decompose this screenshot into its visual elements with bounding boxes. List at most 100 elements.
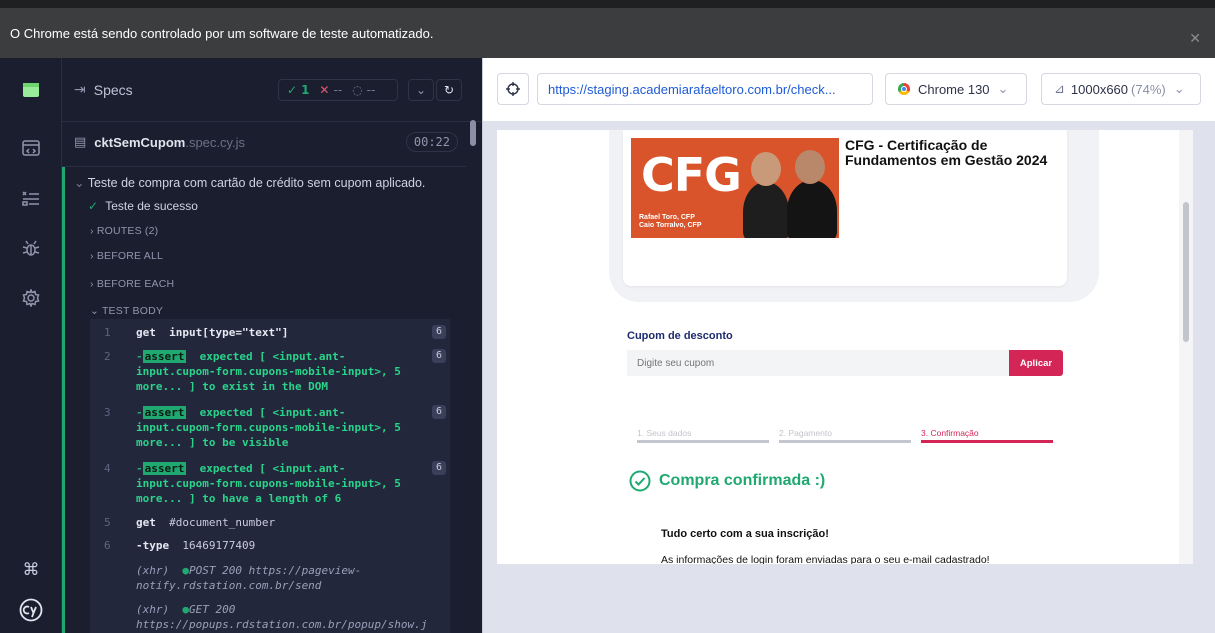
banner-name: Rafael Toro, CFP xyxy=(639,214,695,221)
xhr-label: (xhr) xyxy=(136,564,170,577)
keyboard-shortcuts-icon[interactable]: ⌘ xyxy=(19,558,43,582)
failed-count: -- xyxy=(333,83,343,97)
chevron-down-icon: ⌄ xyxy=(90,305,102,317)
element-count-badge: 6 xyxy=(431,325,446,339)
status-dot-icon: ● xyxy=(182,564,189,577)
specs-title: Specs xyxy=(93,81,133,98)
hook-before-each-label: BEFORE EACH xyxy=(96,278,175,290)
xhr-message: GET 200 https://popups.rdstation.com.br/… xyxy=(136,603,428,631)
selector-playground-icon[interactable] xyxy=(497,73,529,105)
check-icon: ✓ xyxy=(88,199,99,213)
spec-file-ext: .spec.cy.js xyxy=(185,134,246,150)
product-title: CFG - Certificação de Fundamentos em Ges… xyxy=(845,137,1048,168)
step-confirmation[interactable]: 3. Confirmação xyxy=(921,428,1053,443)
instructor-photo xyxy=(751,152,781,186)
failed-icon: ✕ xyxy=(319,83,330,97)
command-log-scrollbar[interactable] xyxy=(470,120,476,146)
chevron-down-icon: ⌄ xyxy=(74,176,88,190)
passed-icon: ✓ xyxy=(287,83,298,97)
browser-window-icon[interactable] xyxy=(19,136,43,160)
cypress-logo-icon[interactable] xyxy=(19,598,43,622)
command-message: #document_number xyxy=(169,516,276,529)
aut-viewport: CFG Rafael Toro, CFP Caio Torralvo, CFP … xyxy=(497,130,1193,564)
pending-count: -- xyxy=(366,83,376,97)
chrome-logo-icon xyxy=(898,83,910,95)
command-name: get xyxy=(136,516,156,529)
command-number: 6 xyxy=(104,539,111,552)
close-icon[interactable]: ✕ xyxy=(1189,30,1201,47)
step-label: 3. Confirmação xyxy=(921,428,979,438)
viewport-info[interactable]: ⊿ 1000x660 (74%) ⌄ xyxy=(1041,73,1201,105)
automation-banner-text: O Chrome está sendo controlado por um so… xyxy=(10,25,434,41)
spec-file-name: cktSemCupom xyxy=(94,134,186,150)
coupon-label: Cupom de desconto xyxy=(627,330,733,342)
aut-toolbar: https://staging.academiarafaeltoro.com.b… xyxy=(483,58,1215,122)
passed-count: 1 xyxy=(301,83,310,97)
xhr-label: (xhr) xyxy=(136,603,170,616)
chevron-right-icon: › xyxy=(90,250,97,262)
step-personal-data[interactable]: 1. Seus dados xyxy=(637,428,769,443)
command-prefix: - xyxy=(136,462,143,475)
pass-indicator-bar xyxy=(62,167,65,633)
banner-logo-text: CFG xyxy=(641,148,742,202)
chevron-down-icon: ⌄ xyxy=(1173,81,1185,96)
page-scrollbar-thumb[interactable] xyxy=(1183,202,1189,342)
hook-before-all[interactable]: › BEFORE ALL xyxy=(90,250,163,262)
chevron-right-icon: › xyxy=(90,225,97,237)
banner-names: Rafael Toro, CFP Caio Torralvo, CFP xyxy=(639,214,702,230)
instructor-photo xyxy=(743,182,789,238)
chevron-right-icon: › xyxy=(90,278,97,290)
command-name: -type xyxy=(136,539,170,552)
settings-gear-icon[interactable] xyxy=(19,286,43,310)
spec-file-row: ▤ cktSemCupom .spec.cy.js 00:22 xyxy=(74,130,466,154)
apply-coupon-button[interactable]: Aplicar xyxy=(1009,350,1063,376)
hook-test-body[interactable]: ⌄ TEST BODY xyxy=(90,305,163,317)
chevron-down-icon[interactable]: ⌄ xyxy=(408,79,434,101)
command-number: 2 xyxy=(104,350,111,363)
step-label: 1. Seus dados xyxy=(637,428,692,438)
suite-title[interactable]: ⌄ Teste de compra com cartão de crédito … xyxy=(74,175,425,190)
aut-url: https://staging.academiarafaeltoro.com.b… xyxy=(548,81,836,97)
rerun-icon[interactable]: ↻ xyxy=(436,79,462,101)
specs-toggle-icon[interactable]: ⇥ xyxy=(74,81,86,98)
sidebar-rail: ⌘ xyxy=(0,58,62,633)
specs-panel: ⇥ Specs ✓ 1 ✕ -- ◌ -- ⌄ ↻ ▤ cktSemCupom … xyxy=(62,58,482,633)
assert-badge: assert xyxy=(142,462,187,475)
command-prefix: - xyxy=(136,406,143,419)
browser-selector[interactable]: Chrome 130 ⌄ xyxy=(885,73,1027,105)
element-count-badge: 6 xyxy=(431,349,446,363)
coupon-input[interactable] xyxy=(627,350,1009,376)
test-title[interactable]: ✓ Teste de sucesso xyxy=(88,199,198,213)
specs-header: ⇥ Specs ✓ 1 ✕ -- ◌ -- ⌄ ↻ xyxy=(62,58,482,122)
chevron-down-icon: ⌄ xyxy=(997,81,1009,96)
hook-before-each[interactable]: › BEFORE EACH xyxy=(90,278,174,290)
instructor-photo xyxy=(795,150,825,184)
status-dot-icon: ● xyxy=(182,603,189,616)
assert-badge: assert xyxy=(142,406,187,419)
file-icon: ▤ xyxy=(74,134,87,149)
element-count-badge: 6 xyxy=(431,461,446,475)
command-number: 5 xyxy=(104,516,111,529)
hook-test-body-label: TEST BODY xyxy=(101,305,164,317)
product-card: CFG Rafael Toro, CFP Caio Torralvo, CFP … xyxy=(623,130,1067,286)
specs-logo-icon[interactable] xyxy=(19,78,43,102)
automation-banner: O Chrome está sendo controlado por um so… xyxy=(0,0,1215,58)
check-circle-icon xyxy=(629,470,651,492)
hook-routes[interactable]: › ROUTES (2) xyxy=(90,225,158,237)
test-title-text: Teste de sucesso xyxy=(105,199,198,213)
page-scrollbar[interactable] xyxy=(1179,130,1193,564)
instructor-photo xyxy=(787,180,837,238)
step-payment[interactable]: 2. Pagamento xyxy=(779,428,911,443)
xhr-message: POST 200 https://pageview-notify.rdstati… xyxy=(136,564,362,592)
viewport-size: 1000x660 xyxy=(1070,81,1129,97)
test-stats: ✓ 1 ✕ -- ◌ -- xyxy=(278,79,398,101)
step-progress-bar xyxy=(637,440,769,443)
debug-bug-icon[interactable] xyxy=(19,236,43,260)
runs-list-icon[interactable] xyxy=(19,186,43,210)
command-list: 1 get input[type="text"] 6 2 - assert exp… xyxy=(90,319,450,633)
command-prefix: - xyxy=(136,350,143,363)
app-under-test-panel: https://staging.academiarafaeltoro.com.b… xyxy=(482,58,1215,633)
aut-url-bar[interactable]: https://staging.academiarafaeltoro.com.b… xyxy=(537,73,873,105)
browser-name: Chrome 130 xyxy=(918,81,990,97)
pending-icon: ◌ xyxy=(352,83,363,97)
